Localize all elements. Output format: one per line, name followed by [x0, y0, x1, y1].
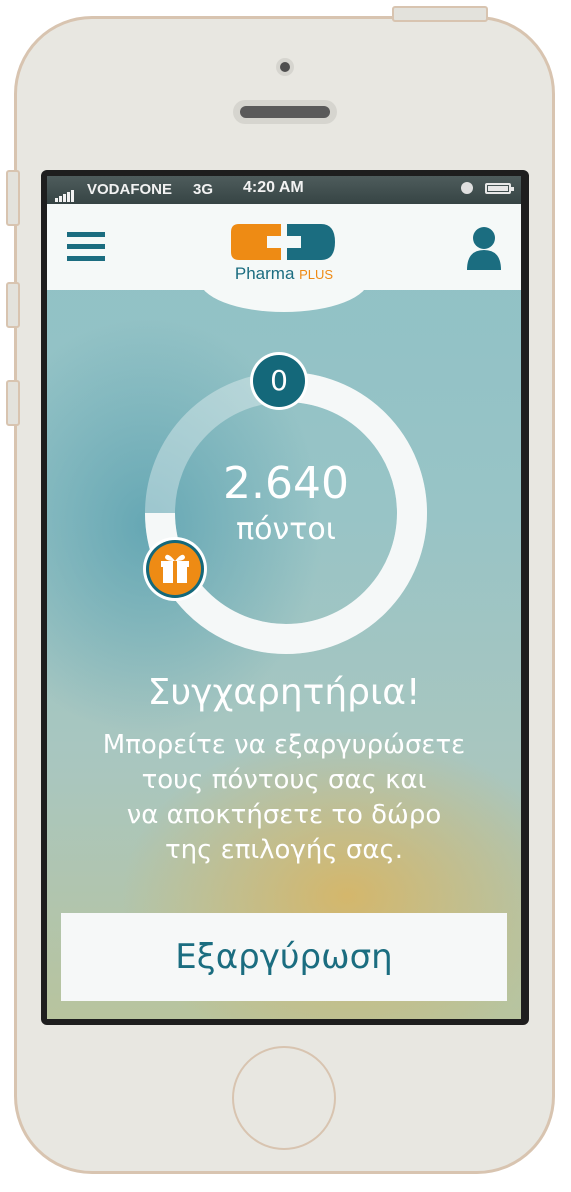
logo-cross-icon [231, 224, 335, 260]
redeem-message: Μπορείτε να εξαργυρώσετε τους πόντους σα… [67, 728, 501, 868]
hamburger-menu-icon[interactable] [67, 232, 105, 264]
pharmaplus-logo: Pharma PLUS [229, 222, 339, 288]
home-button[interactable] [232, 1046, 336, 1150]
points-value: 2.640 [223, 458, 349, 509]
gift-badge[interactable] [143, 537, 207, 601]
app-screen: VODAFONE 3G 4:20 AM Pharma PLUS 0 2.640 … [47, 176, 521, 1019]
message-line: της επιλογής σας. [165, 835, 403, 865]
gift-icon [149, 543, 201, 595]
volume-down-button [6, 380, 20, 426]
message-line: να αποκτήσετε το δώρο [126, 800, 442, 830]
counter-value: 0 [253, 355, 305, 407]
alarm-icon [461, 182, 473, 194]
battery-icon [485, 183, 514, 194]
earpiece-speaker [240, 106, 330, 118]
logo-text: Pharma PLUS [229, 264, 339, 284]
carrier-name: VODAFONE [87, 181, 173, 198]
volume-up-button [6, 282, 20, 328]
user-profile-icon[interactable] [465, 226, 503, 272]
status-time: 4:20 AM [243, 179, 304, 196]
logo-name: Pharma [234, 264, 295, 283]
counter-badge: 0 [250, 352, 308, 410]
power-button [392, 6, 488, 22]
front-camera [276, 58, 294, 76]
congratulations-title: Συγχαρητήρια! [147, 672, 421, 713]
redeem-button[interactable]: Εξαργύρωση [61, 913, 507, 1001]
message-line: Μπορείτε να εξαργυρώσετε [102, 730, 466, 760]
signal-strength-icon [55, 185, 75, 202]
message-line: τους πόντους σας και [141, 765, 427, 795]
logo-suffix: PLUS [299, 267, 334, 282]
status-bar: VODAFONE 3G 4:20 AM [47, 176, 521, 204]
network-type: 3G [193, 181, 214, 198]
mute-switch [6, 170, 20, 226]
